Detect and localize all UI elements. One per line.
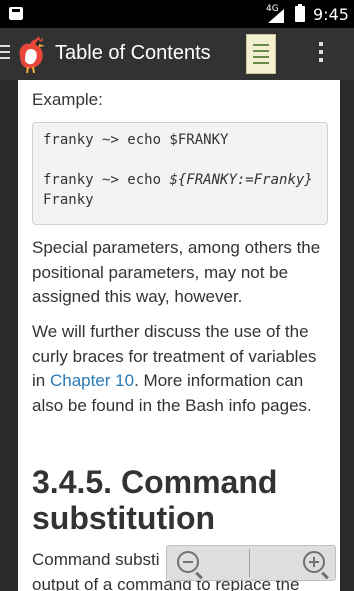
zoom-divider: [249, 549, 250, 577]
battery-icon: [295, 4, 305, 22]
signal-icon: [268, 9, 284, 23]
code-line-3: Franky: [43, 192, 94, 208]
more-vertical-icon[interactable]: [317, 42, 325, 66]
example-label: Example:: [32, 90, 103, 109]
app-bar: Table of Contents: [0, 28, 354, 80]
paragraph-special-parameters: Special parameters, among others the pos…: [32, 238, 321, 306]
status-bar: 4G 9:45: [0, 0, 354, 28]
document-content[interactable]: Example: franky ~> echo $FRANKY franky ~…: [18, 80, 340, 591]
code-line-1: franky ~> echo $FRANKY: [43, 132, 229, 148]
clock: 9:45: [313, 5, 349, 24]
zoom-controls: [166, 545, 336, 581]
hamburger-icon[interactable]: [0, 45, 10, 61]
zoom-out-icon[interactable]: [177, 551, 199, 573]
code-line-2: franky ~> echo ${FRANKY:=Franky}: [43, 172, 313, 188]
chapter-10-link[interactable]: Chapter 10: [50, 371, 134, 390]
toc-document-icon[interactable]: [246, 34, 276, 74]
paragraph-curly-braces: We will further discuss the use of the c…: [32, 322, 317, 415]
section-heading: 3.4.5. Command substitution: [32, 464, 278, 536]
zoom-in-icon[interactable]: [303, 551, 325, 573]
code-block: franky ~> echo $FRANKY franky ~> echo ${…: [32, 122, 328, 225]
sd-card-icon: [9, 7, 23, 20]
rooster-logo-icon[interactable]: [12, 34, 52, 74]
app-bar-title: Table of Contents: [55, 42, 211, 64]
